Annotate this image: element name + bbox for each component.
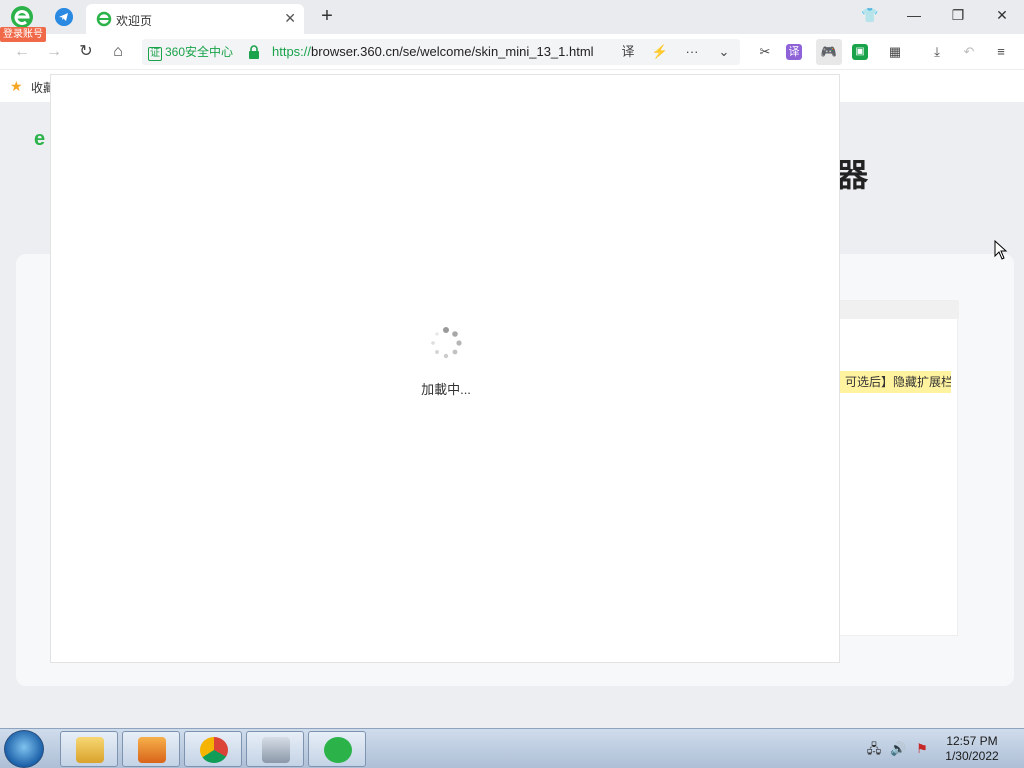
flash-icon[interactable]: ⚡ (650, 43, 670, 61)
media-player-icon (138, 737, 166, 763)
security-badge[interactable]: 证 360安全中心 (148, 44, 234, 61)
undo-icon[interactable]: ↶ (958, 41, 980, 63)
game-icon[interactable]: 🎮 (816, 39, 842, 65)
tornado-icon (262, 737, 290, 763)
file-explorer-icon (76, 737, 104, 763)
loading-spinner-icon (431, 327, 462, 359)
network-icon[interactable]: 🖧 (866, 741, 882, 757)
chevron-down-icon[interactable]: ⌄ (714, 43, 734, 61)
page-logo-icon: e (34, 128, 46, 150)
mouse-cursor-icon (994, 240, 1008, 260)
home-button[interactable]: ⌂ (106, 40, 130, 64)
menu-icon[interactable]: ≡ (990, 41, 1012, 63)
apps-icon[interactable]: ▦ (884, 41, 906, 63)
scissors-icon[interactable]: ✂ (754, 41, 776, 63)
download-icon[interactable]: ⤓ (926, 41, 948, 63)
ie-e-icon (96, 11, 112, 27)
close-tab-icon[interactable]: ✕ (284, 10, 296, 27)
taskbar-360-browser[interactable] (308, 731, 366, 767)
taskbar-file-explorer[interactable] (60, 731, 118, 767)
security-label: 360安全中心 (165, 45, 234, 59)
tab-welcome[interactable]: 欢迎页 ✕ (86, 4, 304, 34)
reload-button[interactable]: ↻ (74, 40, 98, 64)
loading-dialog: 加載中... (50, 74, 840, 663)
address-bar[interactable]: 证 360安全中心 https://browser.360.cn/se/welco… (142, 39, 740, 65)
taskbar-chrome[interactable] (184, 731, 242, 767)
volume-icon[interactable]: 🔊 (890, 741, 906, 757)
clock[interactable]: 12:57 PM 1/30/2022 (930, 734, 1014, 764)
loading-text: 加載中... (421, 382, 471, 397)
preview-titlebar (839, 301, 959, 319)
reader-icon[interactable]: ▣ (852, 44, 868, 60)
chrome-icon (200, 737, 228, 763)
minimize-button[interactable]: — (900, 4, 928, 26)
cert-icon: 证 (148, 47, 162, 61)
clock-date: 1/30/2022 (945, 749, 999, 763)
preview-image: 可选后】隐藏扩展栏 (838, 300, 959, 636)
taskbar-media-player[interactable] (122, 731, 180, 767)
restore-button[interactable]: ❐ (944, 4, 972, 26)
skin-icon[interactable]: 👕 (856, 4, 884, 26)
tab-title: 欢迎页 (116, 14, 153, 28)
new-tab-button[interactable]: + (316, 4, 338, 28)
360-browser-icon (324, 737, 352, 763)
translate-icon[interactable]: 译 (786, 44, 802, 60)
translate-page-icon[interactable]: 译 (618, 43, 638, 61)
login-badge[interactable]: 登录账号 (0, 27, 46, 42)
preview-tip: 可选后】隐藏扩展栏 (839, 371, 951, 393)
start-button[interactable] (4, 730, 44, 768)
toolbar: ← → ↻ ⌂ 证 360安全中心 https://browser.360.cn/… (0, 34, 1024, 70)
star-icon: ★ (10, 78, 23, 94)
close-window-button[interactable]: ✕ (988, 4, 1016, 26)
action-center-icon[interactable]: ⚑ (914, 741, 930, 757)
taskbar: 🖧 🔊 ⚑ 12:57 PM 1/30/2022 (0, 728, 1024, 768)
taskbar-tornado[interactable] (246, 731, 304, 767)
url-text: https://browser.360.cn/se/welcome/skin_m… (272, 44, 594, 59)
more-icon[interactable]: ··· (682, 43, 702, 61)
telegram-icon[interactable] (55, 8, 73, 26)
clock-time: 12:57 PM (946, 734, 998, 748)
lock-icon (249, 45, 259, 59)
back-button[interactable]: ← (10, 40, 34, 64)
tab-strip: 登录账号 欢迎页 ✕ + 👕 — ❐ ✕ (0, 0, 1024, 42)
browser-window: 登录账号 欢迎页 ✕ + 👕 — ❐ ✕ ← → ↻ ⌂ 证 360安全中心 h… (0, 0, 1024, 728)
forward-button[interactable]: → (42, 40, 66, 64)
page-title: 器 (836, 157, 869, 193)
